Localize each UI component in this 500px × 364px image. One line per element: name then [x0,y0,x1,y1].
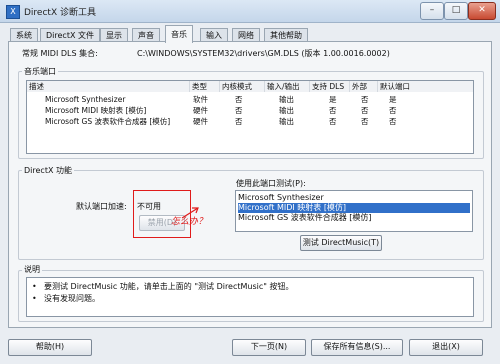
bullet-icon: • [32,282,37,291]
tab-input[interactable]: 输入 [200,28,228,42]
bullet-icon: • [32,294,37,303]
table-cell: 是 [329,95,337,104]
table-cell: 否 [389,106,397,115]
accel-label: 默认端口加速: [76,202,127,211]
column-header[interactable]: 描述 [27,81,190,92]
table-cell: 是 [389,95,397,104]
list-item[interactable]: Microsoft Synthesizer [238,193,470,203]
window-title: DirectX 诊断工具 [24,8,96,18]
table-cell: 否 [235,117,243,126]
maximize-button[interactable]: □ [444,2,468,20]
table-cell: Microsoft Synthesizer [45,95,126,104]
notes-box: • 要测试 DirectMusic 功能，请单击上面的 "测试 DirectMu… [26,277,474,317]
column-header[interactable]: 支持 DLS [310,81,350,92]
table-cell: 否 [329,117,337,126]
next-page-button[interactable]: 下一页(N) [232,339,306,356]
test-port-list[interactable]: Microsoft Synthesizer Microsoft MIDI 映射表… [235,190,473,232]
music-ports-title: 音乐端口 [22,66,58,77]
table-cell: 输出 [279,117,294,126]
table-cell: 软件 [193,95,208,104]
directx-features-title: DirectX 功能 [22,165,74,176]
list-item[interactable]: Microsoft GS 波表软件合成器 [模仿] [238,213,470,223]
table-cell: 硬件 [193,106,208,115]
table-cell: 否 [235,95,243,104]
table-cell: 输出 [279,95,294,104]
tab-more-help[interactable]: 其他帮助 [264,28,308,42]
table-cell: 否 [361,95,369,104]
table-cell: 否 [361,106,369,115]
column-header[interactable]: 输入/输出 [265,81,310,92]
minimize-button[interactable]: – [420,2,444,20]
column-header[interactable]: 默认端口 [378,81,473,92]
title-bar: X DirectX 诊断工具 – □ ✕ [0,0,500,23]
note-item: 要测试 DirectMusic 功能，请单击上面的 "测试 DirectMusi… [44,282,294,291]
close-button[interactable]: ✕ [468,2,496,20]
table-cell: 硬件 [193,117,208,126]
tab-sound[interactable]: 声音 [132,28,160,42]
tab-network[interactable]: 网络 [232,28,260,42]
tab-system[interactable]: 系统 [10,28,38,42]
tab-display[interactable]: 显示 [100,28,128,42]
column-header[interactable]: 内核模式 [220,81,265,92]
test-port-label: 使用此端口测试(P): [236,179,306,188]
table-cell: 否 [389,117,397,126]
save-all-info-button[interactable]: 保存所有信息(S)... [311,339,403,356]
column-header[interactable]: 类型 [190,81,220,92]
table-cell: 输出 [279,106,294,115]
dls-value: C:\WINDOWS\SYSTEM32\drivers\GM.DLS (版本 1… [137,49,390,58]
table-cell: Microsoft GS 波表软件合成器 [模仿] [45,117,171,126]
music-ports-table[interactable]: 描述 类型 内核模式 输入/输出 支持 DLS 外部 默认端口 Microsof… [26,80,474,154]
test-directmusic-button[interactable]: 测试 DirectMusic(T) [300,235,382,251]
help-button[interactable]: 帮助(H) [8,339,92,356]
directx-icon: X [6,5,20,19]
table-cell: 否 [235,106,243,115]
notes-title: 说明 [22,264,42,275]
table-cell: 否 [361,117,369,126]
annotation-arrow-icon [181,207,199,219]
list-item-selected[interactable]: Microsoft MIDI 映射表 [模仿] [238,203,470,213]
note-item: 没有发现问题。 [44,294,100,303]
column-header[interactable]: 外部 [350,81,378,92]
exit-button[interactable]: 退出(X) [409,339,483,356]
table-cell: 否 [329,106,337,115]
dls-label: 常规 MIDI DLS 集合: [22,49,98,58]
tab-music[interactable]: 音乐 [165,25,193,43]
tab-directx-files[interactable]: DirectX 文件 [40,28,100,42]
table-cell: Microsoft MIDI 映射表 [模仿] [45,106,147,115]
